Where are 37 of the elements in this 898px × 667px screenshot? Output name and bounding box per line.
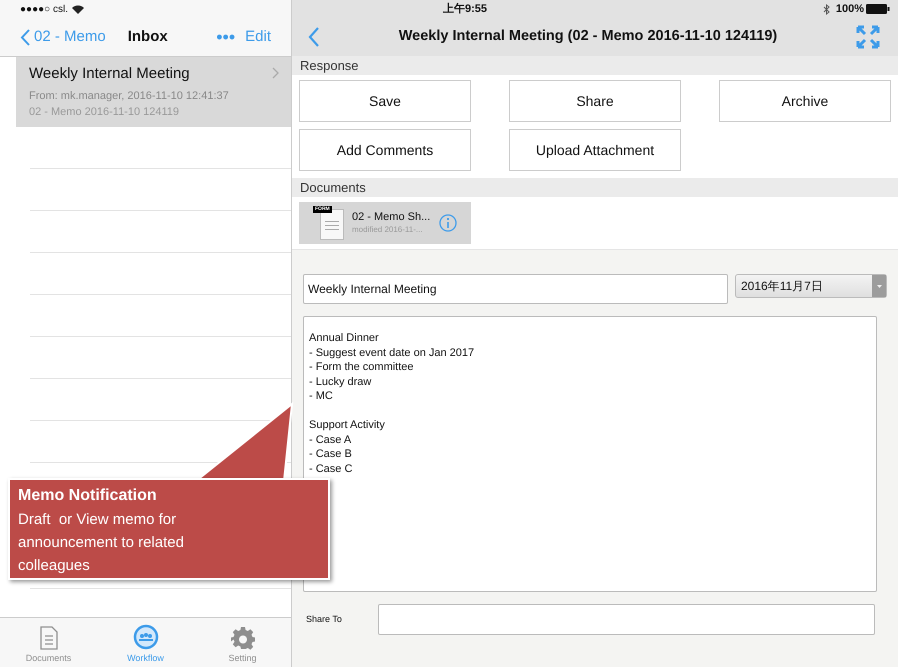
- battery-icon: [866, 4, 890, 14]
- response-button[interactable]: Archive: [719, 80, 891, 122]
- response-button[interactable]: Upload Attachment: [509, 129, 681, 171]
- share-to-input[interactable]: [378, 604, 875, 635]
- callout-title: Memo Notification: [18, 486, 158, 506]
- people-circle-icon: [132, 624, 158, 650]
- chevron-icon: [272, 67, 279, 79]
- response-button[interactable]: Add Comments: [299, 129, 471, 171]
- document-modified: modified 2016-11-...: [352, 224, 424, 235]
- item-title: Weekly Internal Meeting: [29, 64, 190, 84]
- back-chevron-icon: [20, 28, 30, 46]
- section-header: Response: [292, 56, 898, 75]
- status-time: 上午9:55: [443, 2, 488, 17]
- wifi-icon: [72, 4, 84, 14]
- section-header: Documents: [292, 178, 898, 197]
- item-sender: From: mk.manager, 2016-11-10 12:41:37: [29, 88, 230, 104]
- fullscreen-button[interactable]: [854, 23, 882, 51]
- detail-title: Weekly Internal Meeting (02 - Memo 2016-11-10 124119): [398, 27, 778, 46]
- back-button[interactable]: [308, 26, 322, 48]
- title-input[interactable]: Weekly Internal Meeting: [303, 274, 728, 304]
- info-icon: [439, 214, 457, 232]
- response-button[interactable]: Share: [509, 80, 681, 122]
- memo-body-textarea[interactable]: Annual Dinner - Suggest event date on Jan 2017 - Form the committee - Lucky draw - MC Support Activity - Case A - Case B - Case C: [303, 316, 877, 592]
- share-to-label: Share To: [305, 612, 343, 626]
- inbox-title: Inbox: [128, 26, 168, 47]
- document-icon: [40, 626, 58, 650]
- bluetooth-icon: [822, 4, 830, 14]
- settings-icon: [230, 626, 254, 650]
- callout-text: Draft or View memo for announcement to related colleagues: [18, 510, 185, 576]
- item-subtitle: 02 - Memo 2016-11-10 124119: [29, 105, 180, 120]
- response-button[interactable]: Save: [299, 80, 471, 122]
- carrier-signal: ●●●●○ csl.: [20, 2, 68, 16]
- document-name: 02 - Memo Sh...: [352, 211, 430, 225]
- inbox-item[interactable]: Weekly Internal Meeting From: mk.manager, 2016-11-10 12:41:37 02 - Memo 2016-11-10 124119: [16, 57, 291, 127]
- caret-icon: [876, 284, 882, 288]
- date-dropdown[interactable]: 2016年11月7日: [735, 274, 887, 298]
- battery-percent: 100%: [836, 2, 864, 17]
